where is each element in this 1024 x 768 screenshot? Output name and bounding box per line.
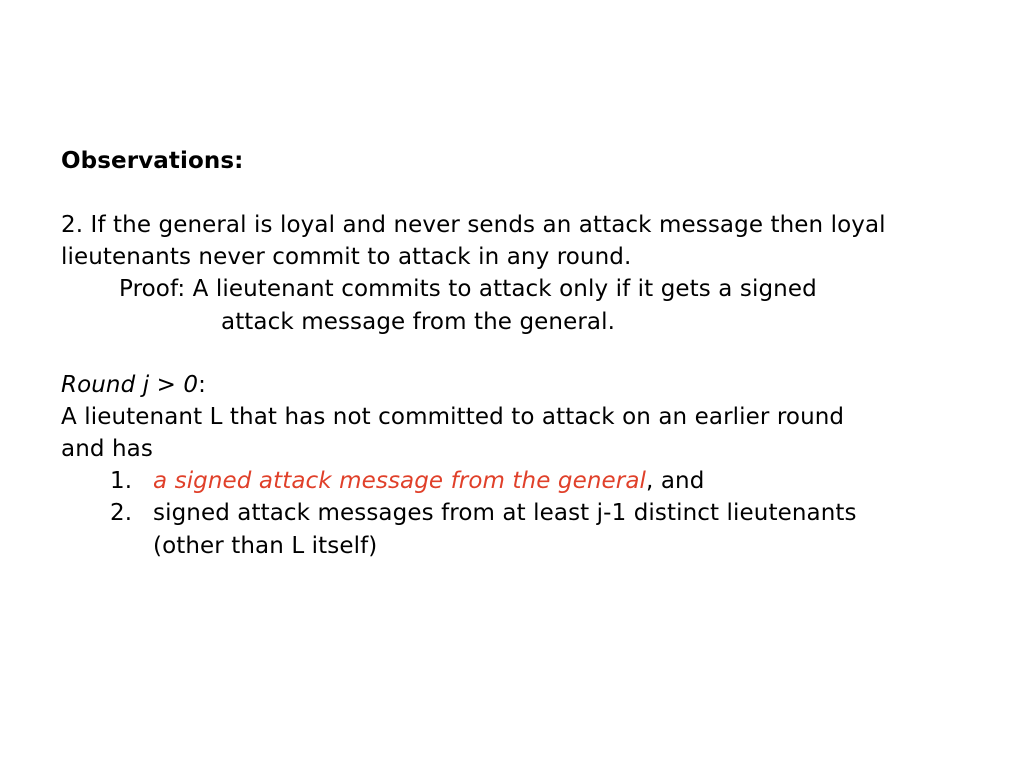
list-item-2-number: 2. [110,500,133,526]
round-label: Round j > 0 [61,372,199,398]
round-heading: Round j > 0: [61,369,206,401]
proof-line-1: Proof: A lieutenant commits to attack on… [119,276,817,302]
list-item-1-number: 1. [110,468,133,494]
list-item-1-highlight: a signed attack message from the general [153,468,647,494]
list-item-1: a signed attack message from the general… [153,465,704,497]
list-item-2-text: signed attack messages from at least j-1… [153,500,857,526]
list-item-1-rest: , and [646,468,705,494]
proof-line-2: attack message from the general. [221,309,615,335]
slide-heading: Observations: [61,148,244,174]
round-line-1: A lieutenant L that has not committed to… [61,404,845,430]
list-item-2-continuation: (other than L itself) [153,533,378,559]
observation-2-line-2: lieutenants never commit to attack in an… [61,244,632,270]
observation-2-line-1: 2. If the general is loyal and never sen… [61,212,886,238]
slide: Observations: 2. If the general is loyal… [0,0,1024,768]
round-line-2: and has [61,436,153,462]
round-colon: : [198,372,206,398]
